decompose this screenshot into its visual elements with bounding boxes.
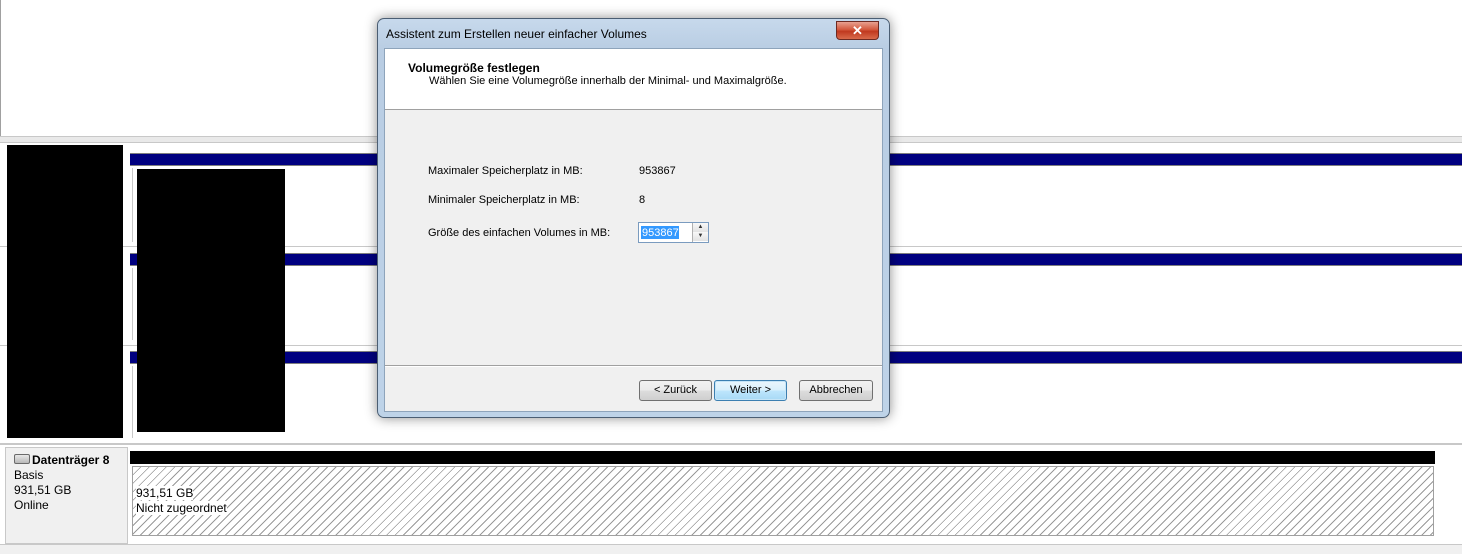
next-button[interactable]: Weiter >: [714, 380, 787, 401]
min-space-value: 8: [639, 194, 646, 206]
disk-status: Online: [14, 498, 49, 512]
spin-buttons: ▲ ▼: [692, 223, 708, 242]
unallocated-partition[interactable]: [132, 466, 1434, 536]
partition-status: Nicht zugeordnet: [136, 501, 227, 515]
close-button[interactable]: ✕: [836, 21, 879, 40]
min-space-label: Minimaler Speicherplatz in MB:: [428, 194, 580, 206]
volume-size-input[interactable]: [640, 224, 692, 241]
redacted-disk-labels: [7, 145, 123, 438]
spin-down-icon[interactable]: ▼: [693, 232, 708, 241]
dialog-body: Volumegröße festlegen Wählen Sie eine Vo…: [384, 48, 883, 412]
status-strip: [0, 544, 1462, 554]
back-button[interactable]: < Zurück: [639, 380, 712, 401]
unallocated-partition-text: 931,51 GB Nicht zugeordnet: [136, 486, 227, 516]
disk-icon: [14, 453, 30, 464]
wizard-step-title: Volumegröße festlegen: [408, 61, 540, 75]
volume-size-stepper[interactable]: ▲ ▼: [638, 222, 709, 243]
volume-size-label: Größe des einfachen Volumes in MB:: [428, 227, 611, 239]
disk-type: Basis: [14, 468, 44, 482]
partition-size: 931,51 GB: [136, 486, 194, 500]
max-space-label: Maximaler Speicherplatz in MB:: [428, 165, 583, 177]
dialog-title: Assistent zum Erstellen neuer einfacher …: [386, 27, 647, 41]
wizard-step-subtitle: Wählen Sie eine Volumegröße innerhalb de…: [429, 75, 787, 87]
redacted-partition-labels: [137, 169, 285, 432]
max-space-value: 953867: [639, 165, 676, 177]
new-simple-volume-wizard: Assistent zum Erstellen neuer einfacher …: [377, 18, 890, 418]
button-separator: [385, 365, 882, 367]
disk-size: 931,51 GB: [14, 483, 72, 497]
close-icon: ✕: [852, 23, 863, 38]
disk8-label[interactable]: Datenträger 8 Basis 931,51 GB Online: [5, 447, 128, 544]
cancel-button[interactable]: Abbrechen: [799, 380, 873, 401]
disk-title: Datenträger 8: [32, 453, 110, 467]
wizard-header: Volumegröße festlegen Wählen Sie eine Vo…: [385, 49, 882, 110]
unallocated-bar: [130, 451, 1435, 464]
